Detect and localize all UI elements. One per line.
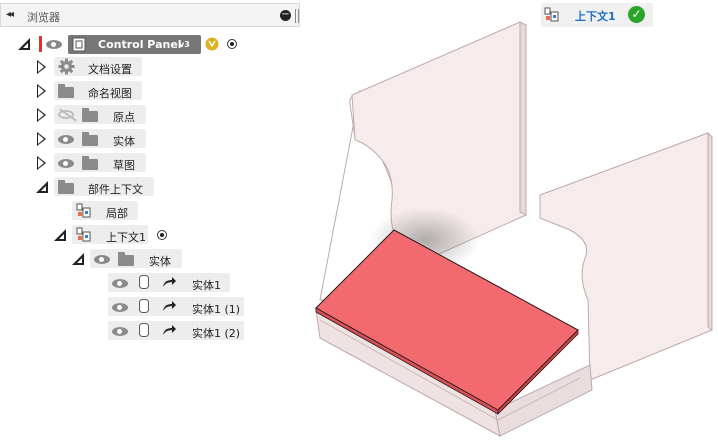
component-icon [76,227,91,242]
link-arrow-icon [163,301,176,311]
expand-nested-bodies-icon[interactable] [72,253,84,267]
expand-bodies-icon[interactable] [36,132,48,146]
browser-title: 浏览器 [27,11,60,24]
body-icon [139,323,149,337]
expand-assembly-context-icon[interactable] [36,181,48,195]
visibility-eye-icon[interactable] [94,255,110,264]
body-icon [139,299,149,313]
folder-icon [82,108,98,122]
expand-origin-icon[interactable] [36,108,48,122]
folder-icon [82,156,98,170]
folder-icon [58,84,74,98]
link-arrow-icon [163,277,176,287]
gear-icon [58,58,75,75]
browser-panel-header: ◂◂ 浏览器 − [0,3,300,27]
tree-item-label: 部件上下文 [88,183,143,196]
activate-radio-icon[interactable] [227,39,237,49]
tree-item-label: 局部 [106,207,128,220]
visibility-eye-icon[interactable] [58,159,74,168]
visibility-eye-icon[interactable] [112,279,128,288]
folder-icon [82,132,98,146]
visibility-eye-icon[interactable] [46,40,62,49]
tree-item-label: 命名视图 [88,87,132,100]
tree-item-label: 实体1 (1) [192,303,241,316]
link-arrow-icon [163,325,176,335]
active-indicator [39,36,42,52]
folder-icon [118,252,134,266]
visibility-eye-icon[interactable] [58,135,74,144]
expand-root-icon[interactable] [18,38,30,52]
component-icon [76,203,91,218]
model-viewport[interactable] [300,0,718,441]
expand-context1-icon[interactable] [54,229,66,243]
root-version-badge: v3 [179,40,190,49]
body-icon [139,275,149,289]
tree-item-label: 实体1 (2) [192,327,241,340]
expand-named-views-icon[interactable] [36,84,48,98]
visibility-eye-icon[interactable] [112,327,128,336]
visibility-eye-icon[interactable] [112,303,128,312]
minimize-icon[interactable]: − [280,10,291,21]
tree-item-label: 文档设置 [88,63,132,76]
tree-item-label: 草图 [113,159,135,172]
tree-item-label: 上下文1 [106,231,146,244]
root-component-label: Control Panel [98,38,182,51]
folder-icon [58,180,74,194]
tree-item-label: 实体1 [192,279,221,292]
expand-document-settings-icon[interactable] [36,60,48,74]
tree-item-label: 实体 [113,135,135,148]
tree-item-label: 原点 [113,111,135,124]
panel-grip-icon[interactable] [295,9,299,23]
component-icon [72,37,86,52]
tree-item-label: 实体 [149,255,171,268]
activate-radio-icon[interactable] [157,230,167,240]
lightbulb-icon[interactable] [205,37,219,51]
collapse-panel-icon[interactable]: ◂◂ [6,9,14,20]
expand-sketches-icon[interactable] [36,156,48,170]
hidden-eye-icon[interactable] [58,110,74,119]
